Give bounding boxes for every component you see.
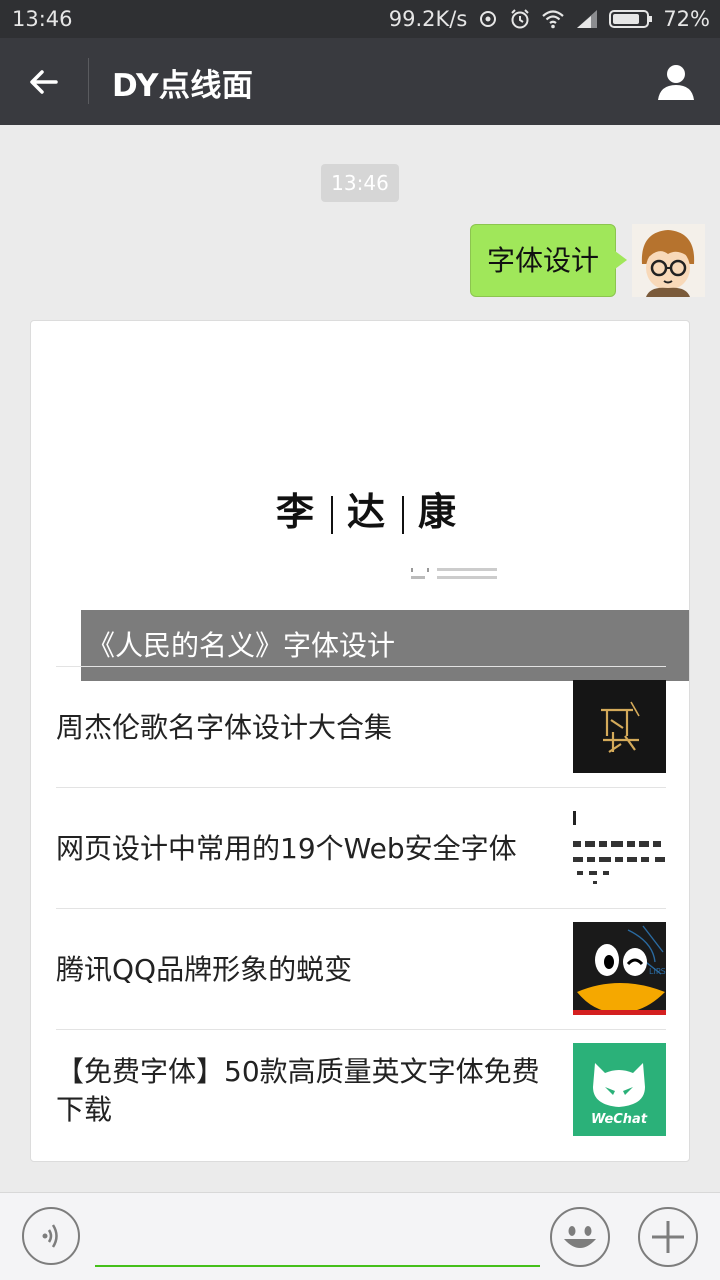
font-specimen-thumb	[573, 801, 666, 894]
article-thumbnail: LIPS	[573, 922, 666, 1015]
person-icon[interactable]	[654, 60, 698, 104]
article-item[interactable]: 网页设计中常用的19个Web安全字体	[56, 787, 666, 908]
article-thumbnail	[573, 801, 666, 894]
status-time: 13:46	[12, 7, 73, 31]
article-cover[interactable]: 李达康 《人民的名义》字体设计	[56, 351, 689, 681]
article-item[interactable]: 腾讯QQ品牌形象的蜕变 LIPS	[56, 908, 666, 1029]
article-item-title: 【免费字体】50款高质量英文字体免费下载	[56, 1054, 540, 1126]
status-bar: 13:46 99.2K/s 72%	[0, 0, 720, 38]
voice-button[interactable]	[22, 1207, 80, 1265]
avatar-illustration	[632, 224, 705, 297]
message-input[interactable]	[95, 1265, 540, 1267]
article-thumbnail: WeChat	[573, 1043, 666, 1136]
emoji-icon	[564, 1226, 596, 1248]
input-bar	[0, 1192, 720, 1280]
network-speed: 99.2K/s	[388, 7, 468, 31]
article-card[interactable]: 李达康 《人民的名义》字体设计 周杰伦歌名字体设计大合集 网页设计中常用的19个…	[30, 320, 690, 1162]
wifi-icon	[542, 10, 565, 29]
alarm-icon	[511, 9, 530, 29]
logo-char-2: 达	[347, 490, 389, 534]
article-item[interactable]: 【免费字体】50款高质量英文字体免费下载 WeChat	[56, 1029, 666, 1150]
plus-icon	[652, 1221, 684, 1253]
chat-navbar: DY点线面	[0, 38, 720, 125]
article-item-title: 网页设计中常用的19个Web安全字体	[56, 831, 517, 865]
logo-divider	[402, 495, 405, 534]
status-right: 99.2K/s 72%	[389, 7, 710, 31]
qq-penguin-thumb: LIPS	[573, 922, 666, 1015]
logo-char-3: 康	[418, 490, 460, 534]
wechat-logo-thumb: WeChat	[573, 1043, 666, 1136]
signal-icon	[577, 10, 598, 28]
article-thumbnail	[573, 680, 666, 773]
article-item[interactable]: 周杰伦歌名字体设计大合集	[56, 666, 666, 787]
wechat-thumb-label: WeChat	[591, 1112, 648, 1127]
logo-divider	[331, 495, 334, 534]
article-item-title: 腾讯QQ品牌形象的蜕变	[56, 952, 353, 986]
cover-logo: 李达康	[276, 481, 459, 536]
sync-icon	[480, 11, 497, 27]
logo-char-1: 李	[276, 490, 318, 534]
article-item-title: 周杰伦歌名字体设计大合集	[56, 710, 393, 744]
logo-subtext-graphic	[411, 568, 497, 579]
sent-message-bubble[interactable]: 字体设计	[470, 224, 627, 297]
battery-percent: 72%	[663, 7, 710, 31]
plus-button[interactable]	[638, 1207, 698, 1267]
nav-divider	[88, 58, 89, 104]
back-arrow-icon[interactable]	[22, 60, 66, 104]
message-timestamp: 13:46	[321, 164, 399, 202]
avatar[interactable]	[632, 224, 705, 297]
emoji-button[interactable]	[550, 1207, 610, 1267]
voice-icon	[42, 1224, 58, 1248]
chat-title: DY点线面	[112, 68, 254, 104]
battery-icon	[609, 10, 653, 28]
calligraphy-thumb	[573, 680, 666, 773]
qq-thumb-label: LIPS	[649, 967, 666, 976]
